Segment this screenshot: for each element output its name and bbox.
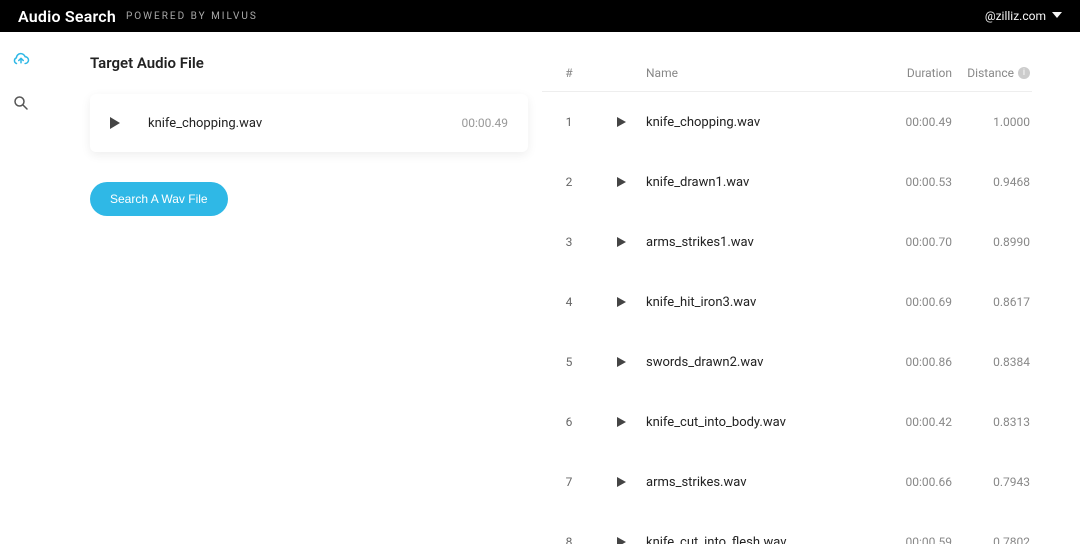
- result-row: 3 arms_strikes1.wav00:00.700.8990: [542, 212, 1032, 272]
- result-filename: swords_drawn2.wav: [646, 355, 872, 370]
- brand-title: Audio Search: [18, 7, 116, 26]
- target-duration: 00:00.49: [461, 116, 508, 130]
- result-distance: 0.8990: [952, 235, 1032, 249]
- result-filename: knife_cut_into_body.wav: [646, 415, 872, 430]
- result-index: 1: [542, 115, 596, 129]
- results-panel: # Name Duration Distance i 1 knife_choppi…: [542, 54, 1080, 544]
- sidebar: [0, 32, 42, 544]
- chevron-down-icon: [1052, 9, 1062, 23]
- result-distance: 0.9468: [952, 175, 1032, 189]
- result-filename: arms_strikes.wav: [646, 475, 872, 490]
- target-filename: knife_chopping.wav: [148, 116, 262, 131]
- result-index: 8: [542, 535, 596, 544]
- result-distance: 0.8617: [952, 295, 1032, 309]
- col-duration: Duration: [872, 66, 952, 80]
- play-icon[interactable]: [617, 237, 626, 247]
- result-filename: arms_strikes1.wav: [646, 235, 872, 250]
- result-distance: 0.8384: [952, 355, 1032, 369]
- account-label: @zilliz.com: [985, 9, 1046, 23]
- play-icon[interactable]: [617, 117, 626, 127]
- play-icon[interactable]: [617, 537, 626, 544]
- col-index: #: [542, 66, 596, 80]
- result-row: 4 knife_hit_iron3.wav00:00.690.8617: [542, 272, 1032, 332]
- play-icon[interactable]: [110, 117, 120, 129]
- result-duration: 00:00.86: [872, 355, 952, 369]
- play-icon[interactable]: [617, 177, 626, 187]
- target-audio-card: knife_chopping.wav 00:00.49: [90, 94, 528, 152]
- result-row: 1 knife_chopping.wav00:00.491.0000: [542, 92, 1032, 152]
- result-row: 5 swords_drawn2.wav00:00.860.8384: [542, 332, 1032, 392]
- info-icon[interactable]: i: [1018, 67, 1030, 79]
- search-icon[interactable]: [12, 94, 30, 112]
- result-row: 7 arms_strikes.wav00:00.660.7943: [542, 452, 1032, 512]
- result-filename: knife_drawn1.wav: [646, 175, 872, 190]
- col-name: Name: [646, 66, 872, 80]
- result-distance: 0.7943: [952, 475, 1032, 489]
- result-duration: 00:00.53: [872, 175, 952, 189]
- result-distance: 1.0000: [952, 115, 1032, 129]
- col-distance: Distance i: [952, 66, 1032, 80]
- result-row: 2 knife_drawn1.wav00:00.530.9468: [542, 152, 1032, 212]
- result-duration: 00:00.70: [872, 235, 952, 249]
- search-wav-button[interactable]: Search A Wav File: [90, 182, 228, 216]
- powered-by-label: POWERED BY MILVUS: [126, 11, 258, 22]
- left-panel: Target Audio File knife_chopping.wav 00:…: [42, 54, 542, 544]
- results-header: # Name Duration Distance i: [542, 54, 1032, 92]
- result-index: 6: [542, 415, 596, 429]
- result-distance: 0.8313: [952, 415, 1032, 429]
- play-icon[interactable]: [617, 357, 626, 367]
- result-row: 8 knife_cut_into_flesh.wav00:00.590.7802: [542, 512, 1032, 544]
- result-filename: knife_hit_iron3.wav: [646, 295, 872, 310]
- result-index: 3: [542, 235, 596, 249]
- result-duration: 00:00.49: [872, 115, 952, 129]
- result-row: 6 knife_cut_into_body.wav00:00.420.8313: [542, 392, 1032, 452]
- result-distance: 0.7802: [952, 535, 1032, 544]
- result-index: 4: [542, 295, 596, 309]
- upload-icon[interactable]: [12, 50, 30, 68]
- play-icon[interactable]: [617, 297, 626, 307]
- result-index: 5: [542, 355, 596, 369]
- result-duration: 00:00.59: [872, 535, 952, 544]
- result-duration: 00:00.66: [872, 475, 952, 489]
- play-icon[interactable]: [617, 417, 626, 427]
- result-duration: 00:00.69: [872, 295, 952, 309]
- result-index: 7: [542, 475, 596, 489]
- result-index: 2: [542, 175, 596, 189]
- account-menu[interactable]: @zilliz.com: [985, 9, 1062, 23]
- result-duration: 00:00.42: [872, 415, 952, 429]
- target-section-title: Target Audio File: [90, 54, 528, 72]
- results-body: 1 knife_chopping.wav00:00.491.0000 2 knife_…: [542, 92, 1032, 544]
- play-icon[interactable]: [617, 477, 626, 487]
- result-filename: knife_cut_into_flesh.wav: [646, 535, 872, 544]
- topbar: Audio Search POWERED BY MILVUS @zilliz.c…: [0, 0, 1080, 32]
- result-filename: knife_chopping.wav: [646, 115, 872, 130]
